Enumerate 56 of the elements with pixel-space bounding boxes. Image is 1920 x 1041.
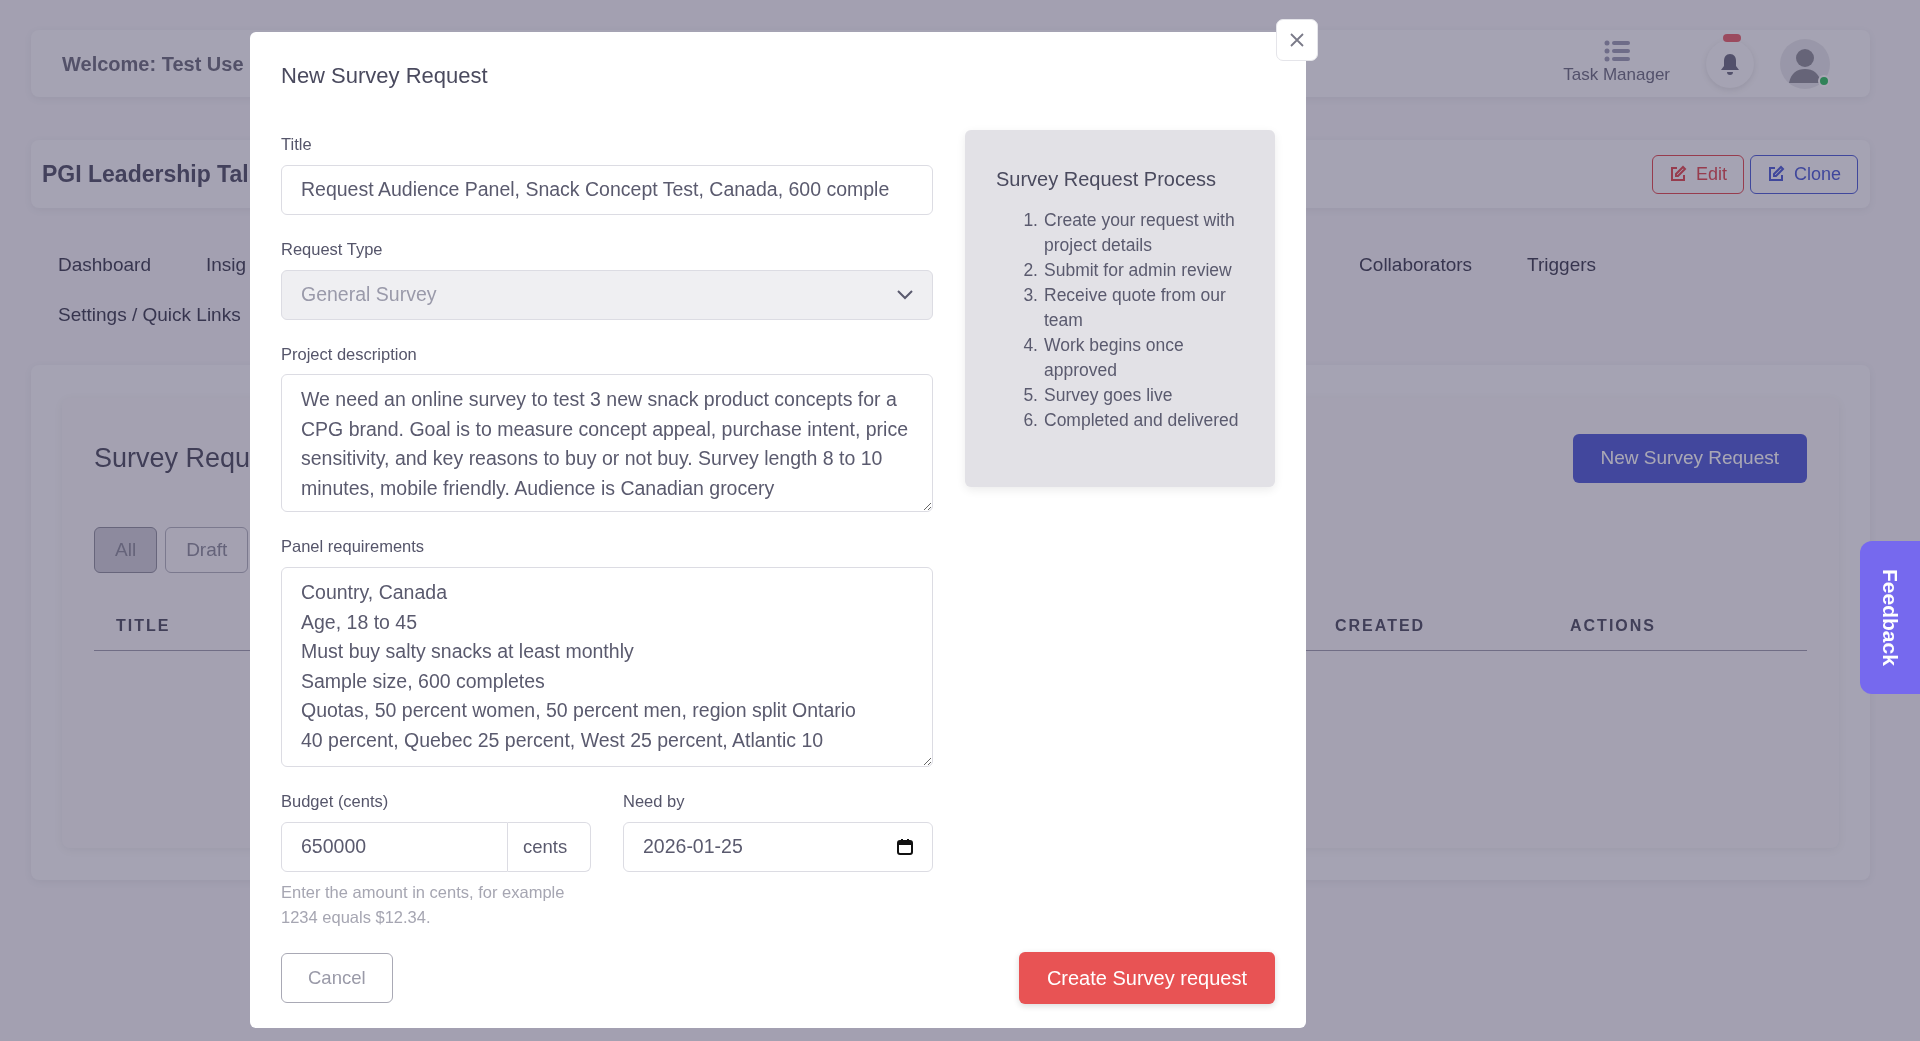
step-text: Create your request with project details: [1044, 209, 1236, 257]
calendar-icon: [897, 838, 913, 855]
chevron-down-icon: [897, 289, 913, 300]
column-header: CREATED: [1335, 615, 1426, 636]
avatar-icon: [1780, 38, 1830, 89]
list-icon: [1603, 39, 1630, 62]
nav-link[interactable]: Settings / Quick Links: [58, 300, 241, 330]
field-label: Title: [281, 134, 313, 155]
unit-label: cents: [508, 821, 591, 872]
field-label: Project description: [281, 343, 418, 365]
section-heading: Survey Requ: [94, 442, 251, 475]
step-number: 3.: [1022, 284, 1039, 307]
panel-title: Survey Request Process: [996, 167, 1218, 192]
welcome-text: Welcome: Test Use: [62, 51, 244, 77]
edit-icon: [1766, 165, 1785, 183]
clone-button[interactable]: Clone: [1749, 154, 1858, 194]
bell-icon: [1720, 52, 1740, 75]
step-number: 6.: [1022, 409, 1039, 432]
modal-title: New Survey Request: [281, 62, 489, 90]
step-number: 4.: [1022, 334, 1039, 357]
field-label: Request Type: [281, 238, 384, 260]
field-label: Need by: [623, 791, 686, 812]
step-number: 5.: [1022, 384, 1039, 407]
notification-badge: [1723, 33, 1741, 42]
step-text: Completed and delivered: [1044, 409, 1239, 432]
nav-link[interactable]: Dashboard: [58, 250, 151, 280]
step-number: 1.: [1022, 209, 1039, 232]
field-label: Budget (cents): [281, 791, 390, 812]
project-title: PGI Leadership Tal: [42, 159, 249, 189]
nav-link[interactable]: Triggers: [1527, 250, 1597, 280]
step-number: 2.: [1022, 259, 1039, 282]
task-manager-link[interactable]: Task Manager: [1563, 61, 1670, 88]
cancel-button[interactable]: Cancel: [281, 952, 393, 1003]
edit-icon: [1668, 165, 1687, 183]
step-text: Receive quote from our team: [1044, 284, 1227, 332]
text-area[interactable]: Country, Canada Age, 18 to 45 Must buy salty snacks at least monthly Sample size, 600 completes Quotas, 50 percent women, 50 percent men, region split Ontario 40 percent, Quebec 25 percent, West 25 percent, Atlantic 10: [281, 567, 933, 767]
help-text: Enter the amount in cents, for example 1234 equals $12.34.: [281, 881, 566, 928]
column-header: TITLE: [116, 615, 171, 636]
nav-link[interactable]: Collaborators: [1359, 250, 1473, 280]
field-label: Panel requirements: [281, 536, 426, 558]
select-field: General Survey: [281, 269, 933, 320]
nav-link[interactable]: Insig: [205, 250, 247, 280]
step-text: Work begins once approved: [1044, 334, 1185, 382]
column-header: ACTIONS: [1570, 615, 1656, 636]
create-button[interactable]: Create Survey request: [1018, 951, 1275, 1004]
date-field[interactable]: 2026-01-25: [623, 821, 933, 872]
step-text: Survey goes live: [1044, 384, 1173, 407]
text-area[interactable]: We need an online survey to test 3 new snack product concepts for a CPG brand. Goal is to measure concept appeal, purchase intent, price sensitivity, and key reasons to buy or not buy. Survey length 8 to 10 minutes, mobile friendly. Audience is Canadian grocery: [281, 374, 933, 513]
input-field[interactable]: Request Audience Panel, Snack Concept Test, Canada, 600 comple: [281, 164, 933, 215]
edit-button[interactable]: Edit: [1651, 154, 1744, 194]
feedback-tab[interactable]: Feedback: [1860, 541, 1920, 694]
input-field[interactable]: 650000: [281, 821, 508, 872]
step-text: Submit for admin review: [1044, 259, 1232, 282]
new-survey-request-button[interactable]: New Survey Request: [1572, 434, 1807, 483]
close-button[interactable]: [1276, 19, 1318, 61]
close-icon: [1289, 32, 1305, 48]
